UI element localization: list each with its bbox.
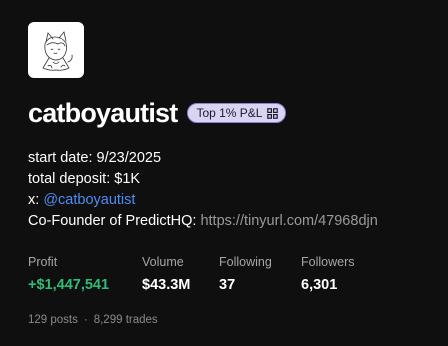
bio-cofounder-prefix: Co-Founder of PredictHQ:: [28, 213, 201, 229]
bio-x-line: x: @catboyautist: [28, 190, 378, 211]
bio-total-deposit: total deposit: $1K: [28, 171, 141, 187]
stat-volume-label: Volume: [142, 255, 184, 269]
profile-bio: start date: 9/23/2025 total deposit: $1K…: [28, 148, 378, 232]
username: catboyautist: [28, 98, 178, 128]
stat-profit: Profit +$1,447,541: [28, 254, 142, 296]
stat-followers[interactable]: Followers 6,301: [301, 254, 381, 296]
bio-cofounder-line: Co-Founder of PredictHQ: https://tinyurl…: [28, 211, 378, 232]
stat-followers-value: 6,301: [301, 277, 338, 293]
trades-count: 8,299 trades: [93, 314, 158, 326]
grid-icon: [267, 107, 279, 119]
x-handle-link[interactable]: @catboyautist: [43, 192, 135, 208]
badge-label: Top 1% P&L: [196, 106, 263, 120]
stat-profit-label: Profit: [28, 255, 58, 269]
bio-start-date: start date: 9/23/2025: [28, 150, 162, 166]
stat-volume-value: $43.3M: [142, 277, 191, 293]
pnl-rank-badge[interactable]: Top 1% P&L: [187, 103, 287, 123]
activity-summary: 129 posts · 8,299 trades: [28, 312, 158, 328]
stat-following-label: Following: [219, 255, 272, 269]
stat-following-value: 37: [219, 277, 236, 293]
profile-header: catboyautist Top 1% P&L: [28, 97, 287, 129]
posts-count: 129 posts: [28, 314, 78, 326]
profile-stats: Profit +$1,447,541 Volume $43.3M Followi…: [28, 254, 381, 296]
stat-followers-label: Followers: [301, 255, 355, 269]
stat-profit-value: +$1,447,541: [28, 277, 110, 293]
avatar-sketch-icon: [42, 31, 73, 71]
separator-dot: ·: [83, 314, 88, 326]
cofounder-url-link[interactable]: https://tinyurl.com/47968djn: [200, 213, 377, 229]
stat-following[interactable]: Following 37: [219, 254, 301, 296]
bio-x-prefix: x:: [28, 192, 44, 208]
stat-volume: Volume $43.3M: [142, 254, 219, 296]
avatar[interactable]: [28, 22, 84, 78]
